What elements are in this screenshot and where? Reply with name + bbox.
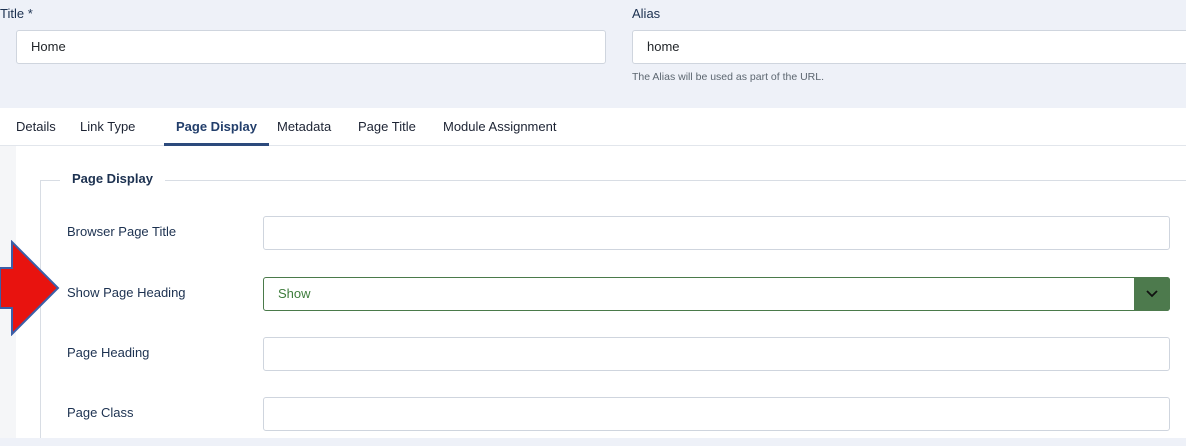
- chevron-down-icon: [1146, 290, 1158, 298]
- page-heading-input[interactable]: [263, 337, 1170, 371]
- title-label: Title *: [0, 6, 33, 21]
- tab-module-assignment[interactable]: Module Assignment: [443, 108, 556, 146]
- fieldset-legend: Page Display: [60, 171, 165, 186]
- arrow-right-icon: [0, 240, 60, 336]
- show-page-heading-value: Show: [278, 286, 311, 301]
- title-input[interactable]: Home: [16, 30, 606, 64]
- page-class-label: Page Class: [67, 405, 134, 420]
- browser-page-title-label: Browser Page Title: [67, 224, 177, 239]
- alias-hint: The Alias will be used as part of the UR…: [632, 71, 825, 83]
- show-page-heading-select[interactable]: Show: [263, 277, 1170, 311]
- select-toggle-button[interactable]: [1134, 277, 1170, 311]
- tab-page-title[interactable]: Page Title: [358, 108, 416, 146]
- browser-page-title-input[interactable]: [263, 216, 1170, 250]
- tab-details[interactable]: Details: [16, 108, 56, 146]
- bottom-edge: [0, 438, 1186, 446]
- page-class-input[interactable]: [263, 397, 1170, 431]
- tab-metadata[interactable]: Metadata: [277, 108, 331, 146]
- tab-link-type[interactable]: Link Type: [80, 108, 135, 146]
- show-page-heading-label: Show Page Heading: [67, 285, 186, 300]
- title-alias-section: Title * Home Alias home The Alias will b…: [0, 0, 1186, 108]
- alias-input[interactable]: home: [632, 30, 1186, 64]
- page-heading-label: Page Heading: [67, 345, 150, 360]
- tab-bar: Details Link Type Page Display Metadata …: [0, 108, 1186, 146]
- alias-label: Alias: [632, 6, 661, 21]
- tab-page-display[interactable]: Page Display: [164, 108, 269, 146]
